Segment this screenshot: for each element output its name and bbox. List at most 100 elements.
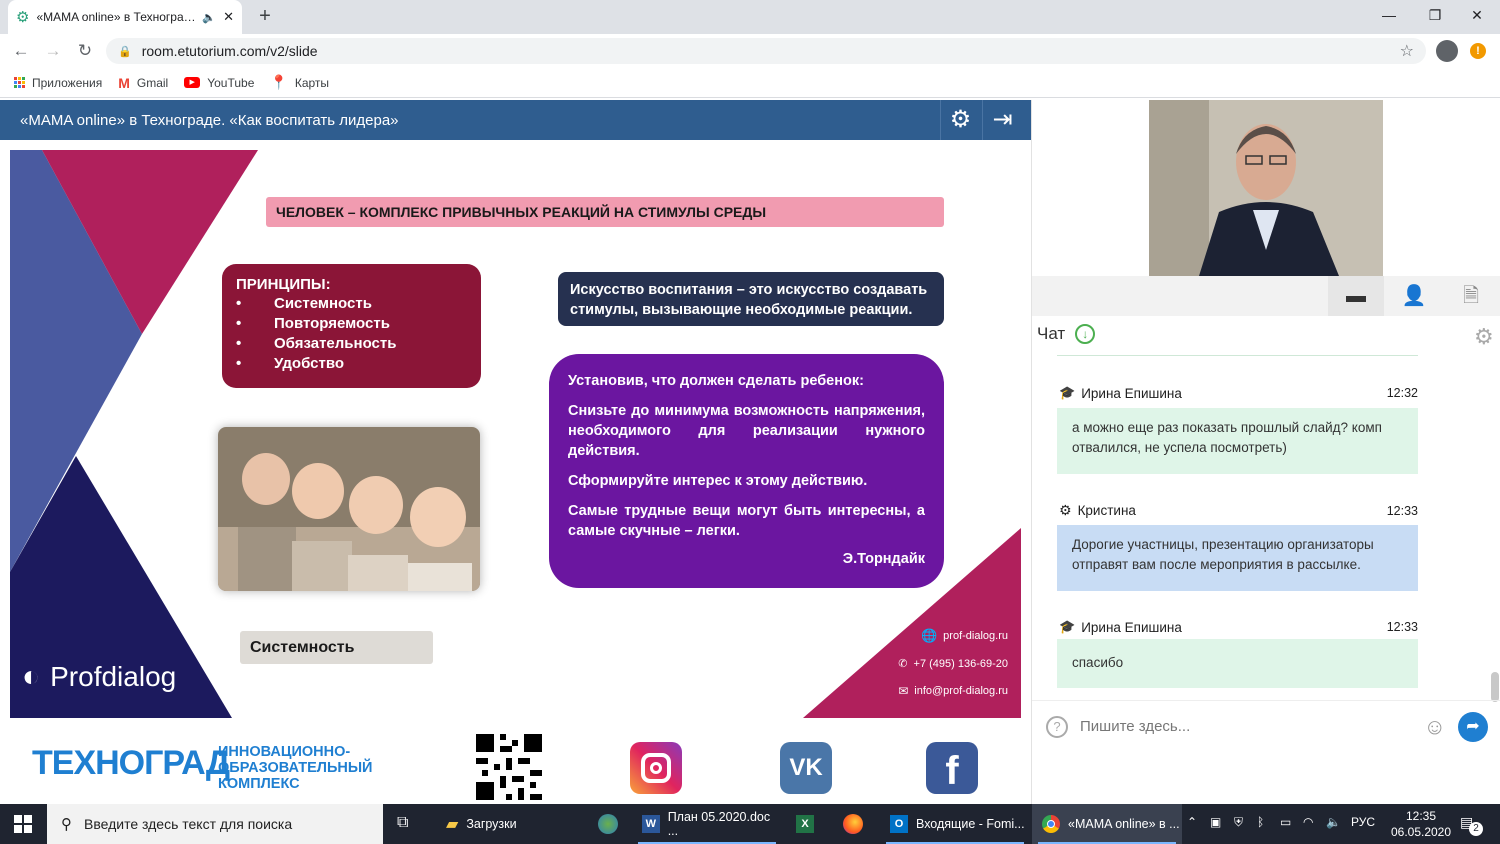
volume-icon[interactable]: 🔈 [1326, 815, 1341, 829]
browser-tab[interactable]: ⚙ «MAMA online» в Техногра… 🔈 ✕ [8, 0, 242, 34]
files-tab-icon[interactable]: 🗎 [1443, 276, 1499, 316]
graduation-cap-icon: 🎓 [1059, 385, 1076, 400]
quote-box: Искусство воспитания – это искусство соз… [558, 272, 944, 326]
chat-settings-gear-icon[interactable]: ⚙ [1474, 324, 1494, 350]
chat-input-bar: ? Пишите здесь... ☺ ➦ [1032, 700, 1500, 752]
contact-phone: ✆ +7 (495) 136-69-20 [898, 657, 1008, 671]
taskbar-item-outlook[interactable]: O Входящие - Fomi... [880, 804, 1030, 844]
list-item: Удобство [236, 354, 467, 374]
mail-icon: ✉ [898, 684, 909, 698]
language-indicator[interactable]: РУС [1351, 815, 1375, 829]
chat-scrollbar[interactable] [1491, 672, 1499, 702]
panel-divider [1031, 100, 1032, 804]
download-icon[interactable]: ↓ [1075, 324, 1096, 344]
message-time: 12:32 [1386, 386, 1418, 400]
settings-gear-icon[interactable]: ⚙ [940, 100, 980, 140]
forward-arrow-icon[interactable]: → [41, 39, 65, 63]
advice-box: Установив, что должен сделать ребенок: С… [549, 354, 944, 588]
qr-code-icon[interactable] [476, 734, 542, 800]
vk-icon[interactable]: VK [780, 742, 832, 794]
globe-app-icon[interactable] [598, 814, 618, 834]
message-author: Ирина Епишина [1081, 385, 1182, 401]
back-arrow-icon[interactable]: ← [9, 39, 33, 63]
windows-start-icon[interactable] [14, 815, 32, 833]
principles-box: ПРИНЦИПЫ: Системность Повторяемость Обяз… [222, 264, 481, 388]
contact-email: ✉ info@prof-dialog.ru [898, 684, 1008, 698]
search-placeholder: Введите здесь текст для поиска [84, 816, 293, 832]
tray-app-icon[interactable]: ▣ [1210, 815, 1221, 829]
list-item: Обязательность [236, 334, 467, 354]
notification-center-icon[interactable]: ▤ 2 [1460, 814, 1483, 836]
participants-tab-icon[interactable]: 👤 [1386, 276, 1442, 316]
subtitle-line: ИННОВАЦИОННО- [218, 744, 351, 760]
advice-paragraph: Сформируйте интерес к этому действию. [568, 473, 868, 489]
close-window-button[interactable]: ✕ [1454, 0, 1500, 30]
help-icon[interactable]: ? [1046, 715, 1068, 738]
taskbar-search[interactable]: ⚲ Введите здесь текст для поиска [47, 804, 383, 844]
send-icon[interactable]: ➦ [1458, 711, 1488, 742]
chat-input[interactable]: Пишите здесь... [1080, 718, 1412, 735]
minimize-button[interactable]: — [1366, 0, 1412, 30]
task-view-icon[interactable]: ⧉ [397, 814, 408, 832]
webinar-header: «MAMA online» в Технограде. «Как воспита… [0, 100, 1031, 140]
message-bubble: а можно еще раз показать прошлый слайд? … [1057, 408, 1418, 474]
bookmark-apps[interactable]: Приложения [14, 76, 102, 90]
tray-chevron-icon[interactable]: ⌃ [1187, 815, 1197, 829]
principles-title: ПРИНЦИПЫ: [236, 276, 331, 293]
outlook-icon: O [890, 815, 908, 833]
tab-close-icon[interactable]: ✕ [223, 9, 234, 25]
message-time: 12:33 [1386, 503, 1418, 518]
taskbar-item-word[interactable]: W План 05.2020.doc ... [632, 804, 782, 844]
principles-list: Системность Повторяемость Обязательность… [236, 294, 467, 374]
contact-site: 🌐 prof-dialog.ru [921, 628, 1008, 644]
battery-icon[interactable]: ▭ [1280, 815, 1291, 829]
instagram-icon[interactable] [630, 742, 682, 794]
chat-tab-icon[interactable]: ▬ [1328, 276, 1384, 316]
taskbar-label: Загрузки [466, 817, 517, 831]
taskbar-label: План 05.2020.doc ... [667, 810, 771, 838]
apps-grid-icon [14, 77, 25, 88]
firefox-icon[interactable] [843, 814, 863, 834]
graduation-cap-icon: 🎓 [1059, 619, 1076, 634]
update-alert-icon[interactable]: ! [1470, 43, 1486, 59]
contact-text: info@prof-dialog.ru [914, 685, 1008, 697]
emoji-icon[interactable]: ☺ [1424, 714, 1446, 740]
defender-icon[interactable]: ⛨ [1234, 815, 1243, 830]
taskbar-clock[interactable]: 12:35 06.05.2020 [1388, 808, 1454, 840]
profdialog-logo-icon: ◐ [22, 660, 41, 693]
bookmark-label: YouTube [207, 75, 255, 90]
advice-paragraph: Самые трудные вещи могут быть интересны,… [568, 503, 925, 539]
phone-icon: ✆ [898, 658, 908, 670]
speaker-icon[interactable]: 🔈 [202, 11, 216, 24]
facebook-icon[interactable]: f [926, 742, 978, 794]
logo-text: Profdialog [50, 661, 177, 692]
bluetooth-icon[interactable]: ᛒ [1257, 815, 1264, 829]
excel-icon[interactable]: X [796, 815, 814, 833]
message-header: 🎓 Ирина Епишина 12:32 [1059, 385, 1418, 401]
taskbar-item-chrome[interactable]: «MAMA online» в ... [1032, 804, 1182, 844]
taskbar-item-downloads[interactable]: ▰ Загрузки [436, 804, 586, 844]
bookmark-label: Gmail [136, 75, 169, 90]
message-author: Ирина Епишина [1081, 619, 1182, 635]
exit-icon[interactable]: ⇥ [982, 100, 1022, 140]
word-icon: W [642, 815, 660, 833]
star-icon[interactable]: ☆ [1400, 41, 1414, 61]
wifi-icon[interactable]: ◠ [1303, 815, 1313, 829]
system-label: Системность [240, 631, 433, 664]
bookmark-maps[interactable]: 📍 Карты [270, 74, 329, 91]
maximize-button[interactable]: ❐ [1412, 0, 1458, 30]
gmail-icon: M [118, 74, 130, 91]
reload-icon[interactable]: ↻ [73, 39, 97, 63]
subtitle-line: ОБРАЗОВАТЕЛЬНЫЙ [218, 760, 373, 776]
bookmark-gmail[interactable]: M Gmail [118, 75, 168, 91]
new-tab-button[interactable]: + [252, 4, 278, 30]
bookmark-youtube[interactable]: ▶ YouTube [184, 76, 254, 90]
address-bar[interactable]: 🔒 room.etutorium.com/v2/slide ☆ [106, 38, 1426, 64]
profile-avatar-icon[interactable] [1436, 40, 1458, 62]
notification-count: 2 [1469, 822, 1483, 836]
chrome-icon [1042, 815, 1060, 833]
bookmark-label: Карты [294, 75, 330, 90]
search-icon: ⚲ [61, 816, 72, 833]
children-photo [218, 427, 480, 591]
bookmarks-bar: Приложения M Gmail ▶ YouTube 📍 Карты [0, 68, 1500, 98]
